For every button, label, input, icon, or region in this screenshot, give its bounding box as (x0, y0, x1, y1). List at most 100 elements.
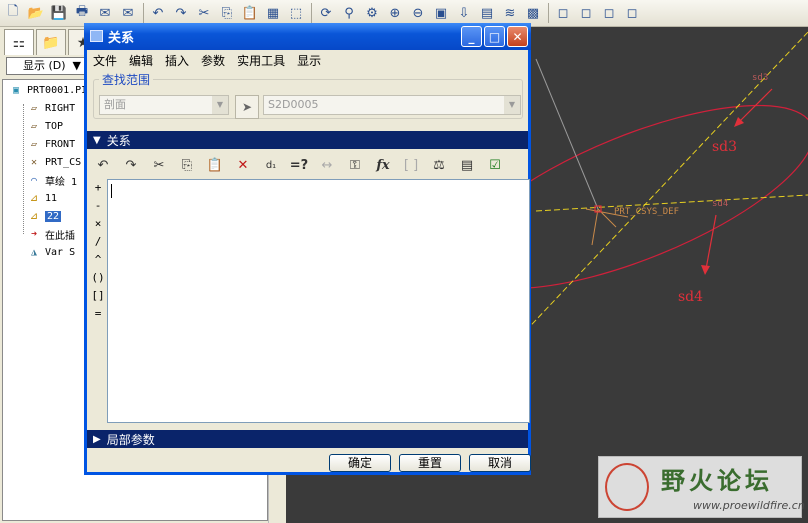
dim-arrowhead-sd4 (701, 265, 710, 275)
csys-icon: ✕ (30, 156, 38, 168)
ok-button[interactable]: 确定 (329, 454, 391, 472)
no-hidden-icon[interactable]: ◻ (598, 2, 620, 24)
select-box-icon[interactable]: ⬚ (285, 2, 307, 24)
cut-icon[interactable]: ✂ (147, 154, 171, 176)
relations-toolbar: ↶ ↷ ✂ ⎘ 📋 ✕ d₁ =? ↔ ⚿ fx [ ] ⚖ ▤ ☑ (91, 153, 511, 177)
menu-utilities[interactable]: 实用工具 (231, 52, 291, 69)
dim-label-sd4-small[interactable]: sd4 (712, 199, 728, 209)
dialog-titlebar[interactable]: 关系 _ □ ✕ (84, 23, 531, 50)
paste-icon[interactable]: 📋 (203, 154, 227, 176)
reorient-icon[interactable]: ⇩ (453, 2, 475, 24)
sort-relations-icon[interactable]: ⚿ (343, 154, 367, 176)
local-params-section-header[interactable]: ▶ 局部参数 (87, 430, 528, 448)
save-icon[interactable]: 💾 (48, 2, 70, 24)
email-icon[interactable]: ✉ (94, 2, 116, 24)
reset-button[interactable]: 重置 (399, 454, 461, 472)
menu-insert[interactable]: 插入 (159, 52, 195, 69)
undo-icon[interactable]: ↶ (91, 154, 115, 176)
toolbar-separator (143, 3, 144, 23)
paste-special-icon[interactable]: ▦ (262, 2, 284, 24)
menu-edit[interactable]: 编辑 (123, 52, 159, 69)
open-file-icon[interactable]: 📂 (25, 2, 47, 24)
menu-parameters[interactable]: 参数 (195, 52, 231, 69)
new-file-icon[interactable]: 🗋 (2, 2, 24, 24)
operator-power-button[interactable]: ^ (89, 253, 107, 271)
tree-node-right[interactable]: ▱ RIGHT (27, 100, 75, 116)
tree-node-label: PRT_CS (45, 156, 82, 168)
tab-model-tree[interactable]: ⚏ (4, 29, 34, 55)
shaded-icon[interactable]: ◻ (552, 2, 574, 24)
wireframe-icon[interactable]: ◻ (621, 2, 643, 24)
evaluate-icon[interactable]: =? (287, 154, 311, 176)
redo-icon[interactable]: ↷ (170, 2, 192, 24)
relations-editor[interactable] (107, 179, 530, 423)
tab-folder-browser[interactable]: 📁 (36, 29, 66, 55)
tree-node-csys[interactable]: ✕ PRT_CS (27, 154, 81, 170)
insert-parameter-icon[interactable]: ▤ (455, 154, 479, 176)
tree-node-insert-here[interactable]: ➜ 在此插 (27, 226, 75, 242)
operator-minus-button[interactable]: - (89, 199, 107, 217)
dim-label-sd3-small[interactable]: sd3 (752, 73, 768, 83)
relations-section-header[interactable]: ▼ 关系 (87, 131, 528, 149)
chevron-down-icon: ▼ (72, 59, 81, 72)
toggle-symbolic-values-icon[interactable]: d₁ (259, 154, 283, 176)
model-player-icon[interactable]: ⚲ (338, 2, 360, 24)
zoom-in-icon[interactable]: ⊕ (384, 2, 406, 24)
tree-node-top[interactable]: ▱ TOP (27, 118, 63, 134)
maximize-button[interactable]: □ (484, 26, 505, 47)
sketch-icon: ⌒ (30, 174, 38, 186)
find-icon[interactable]: ⚙ (361, 2, 383, 24)
menu-show[interactable]: 显示 (291, 52, 327, 69)
tree-node-var-section[interactable]: ◮ Var S (27, 244, 75, 260)
print-icon[interactable]: 🖶 (71, 2, 93, 24)
saved-views-icon[interactable]: ▤ (476, 2, 498, 24)
relations-dialog: 关系 _ □ ✕ 文件 编辑 插入 参数 实用工具 显示 查找范围 剖面 ▼ ➤… (84, 23, 531, 475)
delete-icon[interactable]: ✕ (231, 154, 255, 176)
layers-icon[interactable]: ≋ (499, 2, 521, 24)
operator-equals-button[interactable]: = (89, 307, 107, 325)
copy-icon[interactable]: ⎘ (216, 2, 238, 24)
cut-icon[interactable]: ✂ (193, 2, 215, 24)
show-dimension-icon[interactable]: ↔ (315, 154, 339, 176)
dim-label-sd4[interactable]: sd4 (678, 289, 703, 305)
redo-icon[interactable]: ↷ (119, 154, 143, 176)
tree-node-front[interactable]: ▱ FRONT (27, 136, 75, 152)
cancel-button[interactable]: 取消 (469, 454, 531, 472)
insert-brackets-icon[interactable]: [ ] (399, 154, 423, 176)
look-in-legend: 查找范围 (99, 71, 154, 88)
menu-file[interactable]: 文件 (87, 52, 123, 69)
verify-relations-icon[interactable]: ☑ (483, 154, 507, 176)
section-select[interactable]: S2D0005 ▼ (263, 95, 521, 115)
paste-icon[interactable]: 📋 (239, 2, 261, 24)
var-section-sweep-icon: ◮ (30, 246, 38, 258)
graph-icon: ⊿ (29, 210, 39, 222)
copy-icon[interactable]: ⎘ (175, 154, 199, 176)
tree-node-label: TOP (45, 120, 64, 132)
operator-divide-button[interactable]: / (89, 235, 107, 253)
tree-node-curve-22[interactable]: ⊿ 22 (27, 208, 62, 224)
refit-icon[interactable]: ▣ (430, 2, 452, 24)
operator-brackets-button[interactable]: [] (89, 289, 107, 307)
undo-icon[interactable]: ↶ (147, 2, 169, 24)
regenerate-icon[interactable]: ⟳ (315, 2, 337, 24)
tree-node-curve-11[interactable]: ⊿ 11 (27, 190, 57, 206)
operator-multiply-button[interactable]: × (89, 217, 107, 235)
operator-parentheses-button[interactable]: () (89, 271, 107, 289)
operator-plus-button[interactable]: + (89, 181, 107, 199)
view-manager-icon[interactable]: ▩ (522, 2, 544, 24)
tree-node-label: 草绘 1 (45, 176, 78, 188)
tree-node-part[interactable]: ▣ PRT0001.PI (9, 82, 87, 98)
show-dropdown[interactable]: 显示 (D) ▼ (6, 57, 86, 75)
scope-type-select[interactable]: 剖面 ▼ (99, 95, 229, 115)
dim-label-sd3[interactable]: sd3 (712, 139, 737, 155)
scope-type-value: 剖面 (104, 98, 126, 111)
insert-function-icon[interactable]: fx (371, 154, 395, 176)
unit-sensitive-icon[interactable]: ⚖ (427, 154, 451, 176)
tree-node-sketch[interactable]: ⌒ 草绘 1 (27, 172, 77, 188)
hidden-line-icon[interactable]: ◻ (575, 2, 597, 24)
minimize-button[interactable]: _ (461, 26, 482, 47)
close-button[interactable]: ✕ (507, 26, 528, 47)
zoom-out-icon[interactable]: ⊖ (407, 2, 429, 24)
select-pointer-button[interactable]: ➤ (235, 95, 259, 119)
email-attach-icon[interactable]: ✉ (117, 2, 139, 24)
